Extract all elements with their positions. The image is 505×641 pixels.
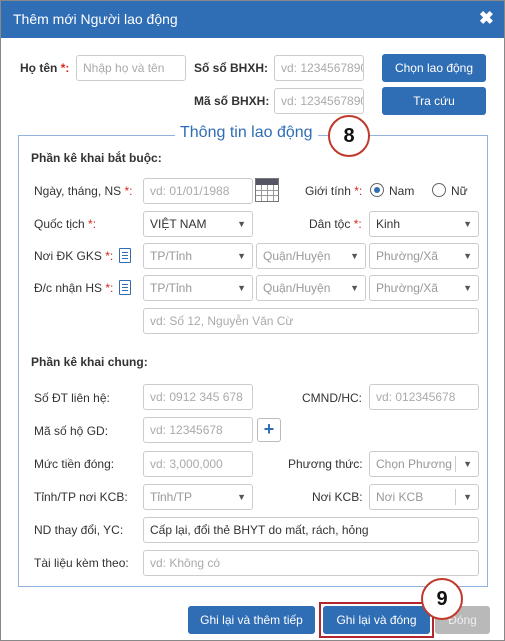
quoctich-value: VIỆT NAM	[150, 217, 207, 231]
save-and-add-button[interactable]: Ghi lại và thêm tiếp	[188, 606, 315, 634]
dcnhan-tinh-select[interactable]: TP/Tỉnh ▼	[143, 275, 253, 301]
dcnhan-huyen-select[interactable]: Quận/Huyện ▼	[256, 275, 366, 301]
noikcb-label: Nơi KCB:	[312, 490, 363, 504]
close-icon[interactable]: ✖	[479, 9, 494, 27]
dialog-titlebar: Thêm mới Người lao động ✖	[1, 1, 504, 38]
ndthaydoi-label: ND thay đổi, YC:	[34, 523, 124, 537]
noidk-huyen-select[interactable]: Quận/Huyện ▼	[256, 243, 366, 269]
add-icon[interactable]: +	[257, 418, 281, 442]
sodt-input[interactable]: vd: 0912 345 678	[143, 384, 253, 410]
document-icon[interactable]	[119, 280, 131, 295]
dcnhan-xa-select[interactable]: Phường/Xã ▼	[369, 275, 479, 301]
noikcb-select[interactable]: Nơi KCB ▼	[369, 484, 479, 510]
mahogd-input[interactable]: vd: 12345678	[143, 417, 253, 443]
noidk-huyen-placeholder: Quận/Huyện	[263, 249, 331, 263]
gender-female-label: Nữ	[451, 184, 468, 198]
dcnhan-xa-placeholder: Phường/Xã	[376, 281, 438, 295]
mandatory-section-title: Phần kê khai bắt buộc:	[31, 151, 162, 165]
tinhkcb-select[interactable]: Tỉnh/TP ▼	[143, 484, 253, 510]
tailieu-input[interactable]: vd: Không có	[143, 550, 479, 576]
mucdong-input[interactable]: vd: 3,000,000	[143, 451, 253, 477]
quoctich-select[interactable]: VIỆT NAM ▼	[143, 211, 253, 237]
sobhxh-input[interactable]: vd: 1234567890	[274, 55, 364, 81]
noidk-xa-placeholder: Phường/Xã	[376, 249, 438, 263]
chevron-down-icon: ▼	[463, 283, 472, 293]
quoctich-label: Quốc tịch *:	[34, 217, 97, 231]
chevron-down-icon: ▼	[463, 219, 472, 229]
chevron-down-icon: ▼	[350, 251, 359, 261]
gender-male-label: Nam	[389, 184, 415, 198]
hoten-input[interactable]: Nhập họ và tên	[76, 55, 186, 81]
dialog-title: Thêm mới Người lao động	[13, 11, 178, 27]
sobhxh-label: Số sổ BHXH:	[194, 61, 269, 75]
gioitinh-label: Giới tính *:	[305, 184, 363, 198]
phuongthuc-placeholder: Chọn Phương	[376, 457, 452, 471]
chevron-down-icon: ▼	[463, 251, 472, 261]
dcnhan-tinh-placeholder: TP/Tỉnh	[150, 281, 193, 295]
dantoc-label: Dân tộc *:	[309, 217, 362, 231]
tra-cuu-button[interactable]: Tra cứu	[382, 87, 486, 115]
gender-female-radio[interactable]	[432, 183, 446, 197]
sodt-label: Số ĐT liên hệ:	[34, 391, 110, 405]
fieldset-legend: Thông tin lao động	[175, 124, 318, 142]
noidk-label: Nơi ĐK GKS *:	[34, 249, 114, 263]
mahogd-label: Mã số hộ GD:	[34, 424, 109, 438]
chon-lao-dong-button[interactable]: Chọn lao động	[382, 54, 486, 82]
noidk-xa-select[interactable]: Phường/Xã ▼	[369, 243, 479, 269]
tinhkcb-placeholder: Tỉnh/TP	[150, 490, 193, 504]
dcnhan-huyen-placeholder: Quận/Huyện	[263, 281, 331, 295]
phuongthuc-label: Phương thức:	[288, 457, 363, 471]
document-icon[interactable]	[119, 248, 131, 263]
diachi-input[interactable]: vd: Số 12, Nguyễn Văn Cừ	[143, 308, 479, 334]
ngaysinh-label: Ngày, tháng, NS *:	[34, 184, 133, 198]
mucdong-label: Mức tiền đóng:	[34, 457, 115, 471]
chevron-down-icon: ▼	[237, 492, 246, 502]
mabhxh-input[interactable]: vd: 1234567890	[274, 88, 364, 114]
hoten-label: Họ tên *:	[20, 61, 70, 75]
chevron-down-icon: ▼	[463, 492, 472, 502]
ngaysinh-input[interactable]: vd: 01/01/1988	[143, 178, 253, 204]
gender-male-radio[interactable]	[370, 183, 384, 197]
chevron-down-icon: ▼	[237, 251, 246, 261]
chevron-down-icon: ▼	[237, 219, 246, 229]
dcnhan-label: Đ/c nhận HS *:	[34, 281, 114, 295]
save-and-close-button[interactable]: Ghi lại và đóng	[323, 606, 430, 634]
noidk-tinh-select[interactable]: TP/Tỉnh ▼	[143, 243, 253, 269]
dantoc-select[interactable]: Kinh ▼	[369, 211, 479, 237]
chevron-down-icon: ▼	[237, 283, 246, 293]
phuongthuc-select[interactable]: Chọn Phương ▼	[369, 451, 479, 477]
ndthaydoi-input[interactable]: Cấp lại, đổi thẻ BHYT do mất, rách, hỏng	[143, 517, 479, 543]
dantoc-value: Kinh	[376, 217, 401, 231]
cmnd-label: CMND/HC:	[302, 391, 362, 405]
chevron-down-icon: ▼	[350, 283, 359, 293]
mabhxh-label: Mã số BHXH:	[194, 94, 270, 108]
add-employee-dialog: Thêm mới Người lao động ✖ Họ tên *: Nhập…	[0, 0, 505, 641]
tailieu-label: Tài liệu kèm theo:	[34, 556, 129, 570]
step-badge-9: 9	[421, 578, 463, 620]
cmnd-input[interactable]: vd: 012345678	[369, 384, 479, 410]
noikcb-placeholder: Nơi KCB	[376, 490, 424, 504]
calendar-icon[interactable]	[255, 178, 279, 202]
noidk-tinh-placeholder: TP/Tỉnh	[150, 249, 193, 263]
tinhkcb-label: Tỉnh/TP nơi KCB:	[34, 490, 128, 504]
step-badge-8: 8	[328, 115, 370, 157]
general-section-title: Phần kê khai chung:	[31, 355, 148, 369]
chevron-down-icon: ▼	[463, 459, 472, 469]
